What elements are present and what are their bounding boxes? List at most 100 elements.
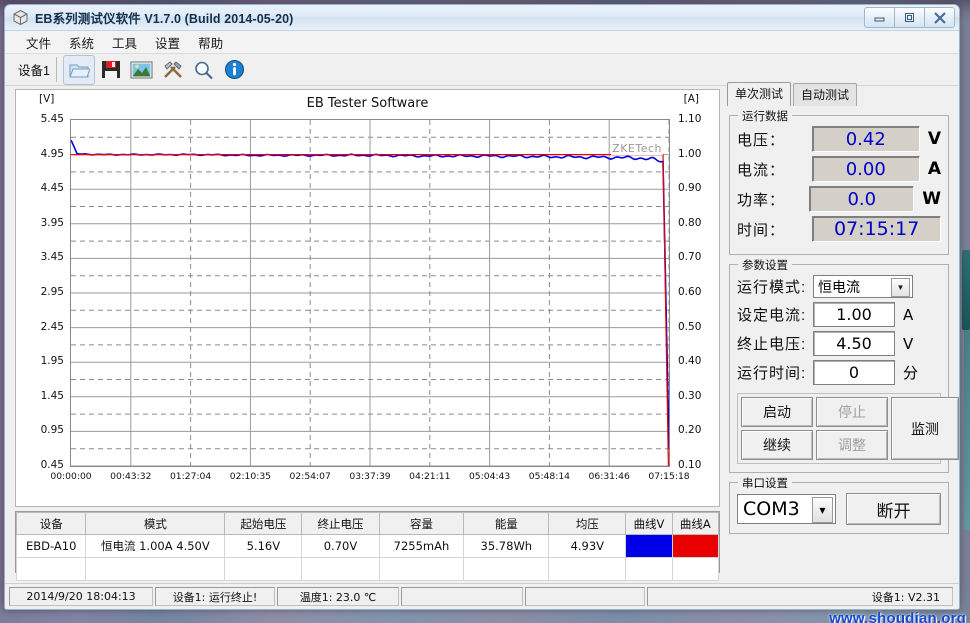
table-header-cell: 容量 bbox=[378, 512, 465, 535]
current-row: 电流： 0.00 A bbox=[737, 156, 941, 182]
voltage-row: 电压： 0.42 V bbox=[737, 126, 941, 152]
run-time-input[interactable]: 0 bbox=[813, 360, 895, 385]
table-cell-empty bbox=[378, 557, 465, 581]
tab-auto-test[interactable]: 自动测试 bbox=[793, 83, 858, 106]
site-watermark: www.shoudian.org bbox=[829, 610, 966, 623]
menu-item-system[interactable]: 系统 bbox=[60, 31, 103, 54]
mode-row: 运行模式: 恒电流 ▼ bbox=[737, 275, 941, 298]
window-title: EB系列测试仪软件 V1.7.0 (Build 2014-05-20) bbox=[35, 12, 294, 26]
time-readout: 07:15:17 bbox=[812, 216, 941, 242]
x-tick: 03:37:39 bbox=[349, 471, 391, 482]
serial-settings-legend: 串口设置 bbox=[738, 475, 792, 491]
status-device-state: 设备1: 运行终止! bbox=[155, 587, 275, 606]
set-current-label: 设定电流: bbox=[737, 307, 807, 324]
table-cell: 0.70V bbox=[301, 534, 380, 558]
status-empty-1 bbox=[401, 587, 523, 606]
menu-bar: 文件 系统 工具 设置 帮助 bbox=[5, 31, 959, 54]
maximize-button[interactable] bbox=[894, 7, 925, 28]
voltage-label: 电压： bbox=[737, 131, 786, 149]
serial-settings-group: 串口设置 COM3 ▼ 断开 bbox=[729, 475, 949, 534]
parameters-group: 参数设置 运行模式: 恒电流 ▼ 设定电流: 1.00 A 终止电压: 4.50 bbox=[729, 257, 959, 473]
voltage-unit: V bbox=[927, 129, 941, 149]
continue-button[interactable]: 继续 bbox=[741, 430, 813, 460]
time-label: 时间： bbox=[737, 221, 786, 239]
status-empty-2 bbox=[525, 587, 645, 606]
menu-item-help[interactable]: 帮助 bbox=[189, 31, 232, 54]
chevron-down-icon-serial[interactable]: ▼ bbox=[812, 497, 833, 523]
mode-value: 恒电流 bbox=[818, 278, 860, 295]
table-header-row: 设备 模式 起始电压 终止电压 容量 能量 均压 曲线V 曲线A bbox=[15, 512, 720, 535]
x-tick: 02:10:35 bbox=[229, 471, 272, 482]
window-controls bbox=[864, 7, 955, 28]
y-tick-right: 0.20 bbox=[678, 424, 702, 437]
y-tick-right: 0.40 bbox=[678, 355, 702, 368]
test-mode-tabs: 单次测试 自动测试 bbox=[727, 82, 953, 106]
tool-bar: 设备1 bbox=[5, 54, 959, 86]
cutoff-voltage-unit: V bbox=[903, 334, 914, 353]
curve-a-color-swatch bbox=[671, 534, 720, 558]
minimize-button[interactable] bbox=[864, 7, 895, 28]
stop-button[interactable]: 停止 bbox=[816, 397, 888, 427]
x-tick: 07:15:18 bbox=[648, 471, 690, 482]
y-tick-left: 0.45 bbox=[40, 459, 64, 471]
y-tick-left: 4.95 bbox=[40, 147, 64, 160]
y-tick-right: 0.80 bbox=[678, 216, 702, 229]
com-port-select[interactable]: COM3 ▼ bbox=[737, 494, 836, 524]
voltage-readout: 0.42 bbox=[811, 126, 920, 152]
com-port-value: COM3 bbox=[743, 498, 800, 520]
y-tick-right: 0.90 bbox=[678, 182, 702, 195]
tab-single-test[interactable]: 单次测试 bbox=[727, 82, 792, 106]
time-row: 时间： 07:15:17 bbox=[737, 216, 941, 242]
y-tick-left: 1.45 bbox=[40, 389, 64, 402]
y-tick-left: 0.95 bbox=[40, 424, 64, 437]
menu-item-tools[interactable]: 工具 bbox=[103, 31, 146, 54]
status-bar: 2014/9/20 18:04:13 设备1: 运行终止! 温度1: 23.0 … bbox=[5, 583, 959, 609]
close-button[interactable] bbox=[924, 7, 955, 28]
run-time-label: 运行时间: bbox=[737, 365, 807, 382]
mode-select[interactable]: 恒电流 ▼ bbox=[813, 275, 913, 298]
save-floppy-icon[interactable] bbox=[96, 56, 126, 84]
y-tick-right: 1.00 bbox=[678, 147, 702, 160]
x-tick: 04:21:11 bbox=[409, 471, 451, 482]
table-header-cell: 设备 bbox=[15, 512, 87, 535]
status-temperature: 温度1: 23.0 ℃ bbox=[277, 587, 399, 606]
tools-icon[interactable] bbox=[158, 56, 188, 84]
image-icon[interactable] bbox=[127, 56, 157, 84]
menu-item-file[interactable]: 文件 bbox=[17, 31, 60, 54]
zoom-icon[interactable] bbox=[189, 56, 219, 84]
table-header-cell: 能量 bbox=[463, 512, 550, 535]
run-time-row: 运行时间: 0 分 bbox=[737, 360, 941, 385]
info-icon[interactable] bbox=[220, 56, 250, 84]
chart-title: EB Tester Software bbox=[306, 96, 429, 111]
table-header-cell: 曲线V bbox=[625, 512, 673, 535]
set-current-unit: A bbox=[903, 305, 914, 324]
cutoff-voltage-input[interactable]: 4.50 bbox=[813, 331, 895, 356]
chart-svg bbox=[71, 120, 669, 466]
y-tick-left: 4.45 bbox=[40, 182, 64, 195]
title-bar: EB系列测试仪软件 V1.7.0 (Build 2014-05-20) bbox=[5, 5, 959, 31]
cutoff-voltage-label: 终止电压: bbox=[737, 336, 807, 353]
device-tab-label[interactable]: 设备1 bbox=[15, 57, 57, 82]
start-button[interactable]: 启动 bbox=[741, 397, 813, 427]
application-window: EB系列测试仪软件 V1.7.0 (Build 2014-05-20) 文件 系… bbox=[4, 4, 960, 610]
open-folder-icon[interactable] bbox=[62, 54, 95, 85]
parameters-legend: 参数设置 bbox=[738, 257, 792, 273]
table-cell: 7255mAh bbox=[378, 534, 465, 558]
menu-item-settings[interactable]: 设置 bbox=[146, 31, 189, 54]
monitor-button[interactable]: 监测 bbox=[891, 397, 959, 460]
chevron-down-icon[interactable]: ▼ bbox=[891, 278, 910, 297]
right-panel: 单次测试 自动测试 运行数据 电压： 0.42 V 电流： 0.00 A 功率： bbox=[725, 82, 959, 569]
y-axis-right-unit: [A] bbox=[683, 93, 699, 105]
table-row[interactable]: EBD-A10 恒电流 1.00A 4.50V 5.16V 0.70V 7255mAh 3… bbox=[15, 534, 720, 558]
table-cell: 5.16V bbox=[224, 534, 303, 558]
adjust-button[interactable]: 调整 bbox=[816, 430, 888, 460]
y-tick-right: 0.30 bbox=[678, 389, 702, 402]
disconnect-button[interactable]: 断开 bbox=[846, 493, 941, 525]
x-tick: 00:00:00 bbox=[50, 471, 92, 482]
status-timestamp: 2014/9/20 18:04:13 bbox=[9, 587, 153, 606]
mode-label: 运行模式: bbox=[737, 279, 807, 296]
x-tick: 05:48:14 bbox=[528, 471, 571, 482]
y-tick-left: 2.95 bbox=[40, 286, 64, 298]
table-row-empty bbox=[15, 557, 720, 581]
set-current-input[interactable]: 1.00 bbox=[813, 302, 895, 327]
